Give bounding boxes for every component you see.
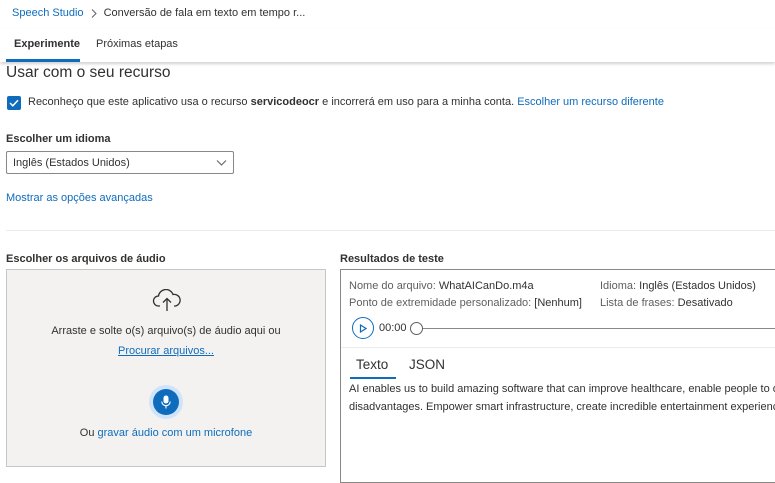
results-divider [341,347,775,348]
tab-experimente[interactable]: Experimente [14,38,80,50]
resource-section-title: Usar com o seu recurso [6,64,171,81]
language-label: Escolher um idioma [6,133,111,145]
play-button[interactable] [352,317,374,339]
record-microphone-button[interactable] [149,385,183,419]
language-selected-value: Inglês (Estados Unidos) [13,157,130,169]
file-name-value: WhatAICanDo.m4a [438,280,534,292]
consent-prefix: Reconheço que este aplicativo usa o recu… [28,96,248,108]
consent-suffix: e incorrerá em uso para a minha conta. [322,96,515,108]
phrase-list-meta: Lista de frases: Desativado [600,297,733,309]
record-audio-link[interactable]: gravar áudio com um microfone [98,427,253,439]
mic-prefix: Ou [79,427,95,439]
audio-drop-zone[interactable]: Arraste e solte o(s) arquivo(s) de áudio… [6,269,326,467]
phrase-list-value: Desativado [677,297,733,309]
microphone-icon [161,395,171,409]
playback-track[interactable] [417,328,775,329]
consent-text: Reconheço que este aplicativo usa o recu… [28,96,664,108]
language-meta-value: Inglês (Estados Unidos) [639,280,756,292]
language-dropdown[interactable]: Inglês (Estados Unidos) [6,151,234,174]
endpoint-label: Ponto de extremidade personalizado: [349,297,532,309]
endpoint-meta: Ponto de extremidade personalizado: [Nen… [349,297,582,309]
transcript-line: AI enables us to build amazing software … [349,383,775,395]
tab-bar: Experimente Próximas etapas [0,28,775,62]
active-result-tab-indicator [350,377,396,379]
advanced-options-link[interactable]: Mostrar as opções avançadas [6,192,153,204]
language-meta-label: Idioma: [600,280,637,292]
breadcrumb-speech-studio-link[interactable]: Speech Studio [12,7,84,19]
results-panel: Nome do arquivo: WhatAICanDo.m4a Idioma:… [340,269,775,483]
audio-files-label: Escolher os arquivos de áudio [6,253,166,265]
file-name-meta: Nome do arquivo: WhatAICanDo.m4a [349,280,534,292]
checkmark-icon [9,99,19,107]
playback-slider-thumb[interactable] [410,322,423,335]
playback-time: 00:00 [379,322,407,334]
endpoint-value: [Nenhum] [534,297,582,309]
play-icon [359,323,367,333]
chevron-right-icon [91,8,97,18]
results-label: Resultados de teste [340,253,444,265]
tab-proximas-etapas[interactable]: Próximas etapas [96,38,178,50]
change-resource-link[interactable]: Escolher um recurso diferente [517,96,664,108]
chevron-down-icon [216,157,227,171]
phrase-list-label: Lista de frases: [600,297,675,309]
tab-texto[interactable]: Texto [356,357,388,372]
browse-files-link[interactable]: Procurar arquivos... [118,345,214,357]
transcript-line: disadvantages. Empower smart infrastruct… [349,401,775,413]
tab-json[interactable]: JSON [409,357,445,372]
cloud-upload-icon [152,288,182,316]
file-name-label: Nome do arquivo: [349,280,436,292]
consent-checkbox[interactable] [7,96,21,110]
drop-instructions: Arraste e solte o(s) arquivo(s) de áudio… [51,325,281,337]
section-divider [6,230,775,231]
active-tab-indicator [6,59,80,62]
breadcrumb: Speech Studio Conversão de fala em texto… [12,5,305,21]
resource-name: servicodeocr [250,96,320,108]
language-meta: Idioma: Inglês (Estados Unidos) [600,280,756,292]
breadcrumb-current-page: Conversão de fala em texto em tempo r... [103,7,306,19]
